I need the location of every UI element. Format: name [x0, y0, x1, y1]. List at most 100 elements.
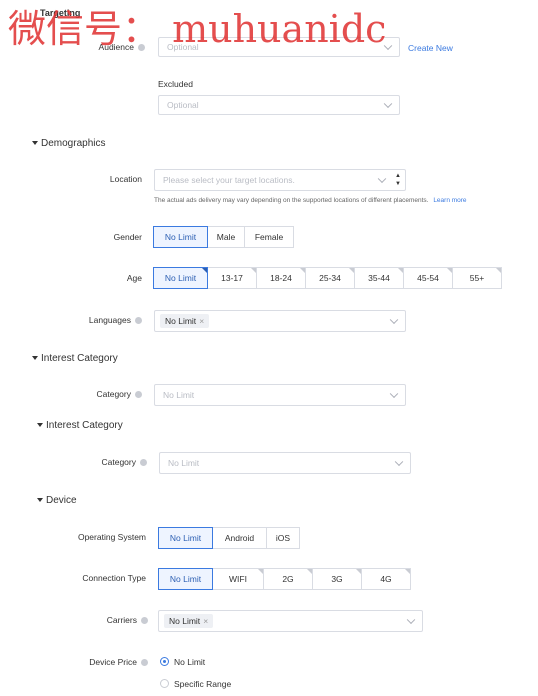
age-option[interactable]: 13-17 [207, 267, 257, 289]
age-option-label: 18-24 [270, 273, 292, 283]
gender-option[interactable]: No Limit [153, 226, 208, 248]
category-placeholder: No Limit [163, 390, 195, 400]
help-icon[interactable] [135, 317, 142, 325]
age-option-label: 45-54 [417, 273, 439, 283]
connection-option[interactable]: 3G [312, 568, 362, 590]
location-placeholder: Please select your target locations. [163, 175, 295, 185]
age-option-label: 55+ [469, 273, 485, 283]
os-selector: No Limit Android iOS [158, 527, 300, 549]
connection-label: Connection Type [82, 573, 146, 583]
age-selector: No Limit 13-17 18-24 25-34 35-44 45-54 5… [153, 267, 502, 289]
caret-down-icon [37, 423, 43, 428]
help-icon[interactable] [141, 659, 148, 667]
connection-option-label: 4G [380, 574, 392, 584]
stepper-icon[interactable]: ▲ ▼ [394, 172, 402, 188]
age-option[interactable]: 18-24 [256, 267, 306, 289]
connection-option[interactable]: No Limit [158, 568, 213, 590]
create-new-link[interactable]: Create New [408, 43, 453, 53]
os-option[interactable]: No Limit [158, 527, 213, 549]
age-option-label: 35-44 [368, 273, 390, 283]
connection-option-label: 2G [282, 574, 294, 584]
location-note: The actual ads delivery may vary dependi… [154, 197, 467, 204]
age-option[interactable]: No Limit [153, 267, 208, 289]
location-note-text: The actual ads delivery may vary dependi… [154, 197, 429, 204]
age-option[interactable]: 55+ [452, 267, 502, 289]
demographics-section-toggle[interactable]: Demographics [32, 138, 105, 149]
category-select[interactable]: No Limit [159, 452, 411, 474]
price-option-label: No Limit [174, 657, 206, 667]
gender-label: Gender [113, 232, 142, 242]
close-icon[interactable]: × [199, 316, 204, 326]
chevron-down-icon [406, 615, 416, 625]
close-icon[interactable]: × [203, 616, 208, 626]
learn-more-link[interactable]: Learn more [433, 197, 466, 204]
chevron-down-icon [377, 174, 387, 184]
gender-option[interactable]: Female [244, 226, 294, 248]
connection-option-label: 3G [331, 574, 343, 584]
location-label: Location [109, 174, 142, 184]
carriers-select[interactable]: No Limit × [158, 610, 423, 632]
age-option[interactable]: 35-44 [354, 267, 404, 289]
price-radio-specific-range[interactable] [160, 679, 169, 688]
carriers-label: Carriers [40, 615, 148, 625]
gender-option-label: Female [254, 232, 284, 242]
caret-down-icon [32, 356, 38, 361]
category-label: Category [60, 389, 142, 399]
gender-option-label: No Limit [164, 232, 197, 242]
caret-down-icon [37, 498, 43, 503]
age-option[interactable]: 25-34 [305, 267, 355, 289]
device-section-toggle[interactable]: Device [37, 495, 77, 506]
languages-label-text: Languages [88, 315, 131, 325]
corner-mark-icon [496, 268, 501, 273]
os-option[interactable]: iOS [266, 527, 300, 549]
category-select[interactable]: No Limit [154, 384, 406, 406]
location-select[interactable]: Please select your target locations. ▲ ▼ [154, 169, 406, 191]
price-radio-no-limit[interactable] [160, 657, 169, 666]
help-icon[interactable] [141, 617, 148, 625]
connection-option[interactable]: 2G [263, 568, 313, 590]
age-option-label: No Limit [164, 273, 197, 283]
os-label: Operating System [77, 532, 146, 542]
excluded-placeholder: Optional [167, 100, 199, 110]
carrier-tag-label: No Limit [169, 616, 201, 626]
connection-option[interactable]: 4G [361, 568, 411, 590]
language-tag-label: No Limit [165, 316, 197, 326]
carrier-tag: No Limit × [164, 614, 214, 628]
caret-down-icon [32, 141, 38, 146]
device-price-label: Device Price [40, 657, 148, 667]
carriers-label-text: Carriers [106, 615, 137, 625]
connection-option-label: No Limit [169, 574, 202, 584]
watermark-text: 微信号： muhuanidc [8, 7, 387, 51]
os-option[interactable]: Android [212, 527, 267, 549]
chevron-down-icon [394, 457, 404, 467]
connection-selector: No Limit WIFI 2G 3G 4G [158, 568, 411, 590]
category-label-text: Category [96, 389, 132, 399]
interest-section-toggle[interactable]: Interest Category [37, 420, 123, 431]
interest-title: Interest Category [46, 420, 123, 431]
languages-label: Languages [40, 315, 142, 325]
demographics-title: Demographics [41, 138, 106, 149]
language-tag: No Limit × [160, 314, 210, 328]
connection-option[interactable]: WIFI [212, 568, 264, 590]
corner-mark-icon [405, 569, 410, 574]
age-option-label: 25-34 [319, 273, 341, 283]
help-icon[interactable] [140, 459, 147, 467]
os-option-label: Android [224, 533, 255, 543]
age-label: Age [126, 273, 142, 283]
chevron-down-icon [383, 99, 393, 109]
gender-option-label: Male [216, 232, 236, 242]
help-icon[interactable] [135, 391, 142, 399]
chevron-down-icon [389, 315, 399, 325]
languages-select[interactable]: No Limit × [154, 310, 406, 332]
excluded-select[interactable]: Optional [158, 95, 400, 115]
connection-option-label: WIFI [229, 574, 247, 584]
interest-section-toggle[interactable]: Interest Category [32, 353, 118, 364]
category-label-text: Category [101, 457, 137, 467]
gender-option[interactable]: Male [207, 226, 245, 248]
category-placeholder: No Limit [168, 458, 200, 468]
chevron-down-icon [389, 389, 399, 399]
category-label: Category [65, 457, 147, 467]
os-option-label: No Limit [169, 533, 202, 543]
device-price-label-text: Device Price [89, 657, 137, 667]
age-option[interactable]: 45-54 [403, 267, 453, 289]
